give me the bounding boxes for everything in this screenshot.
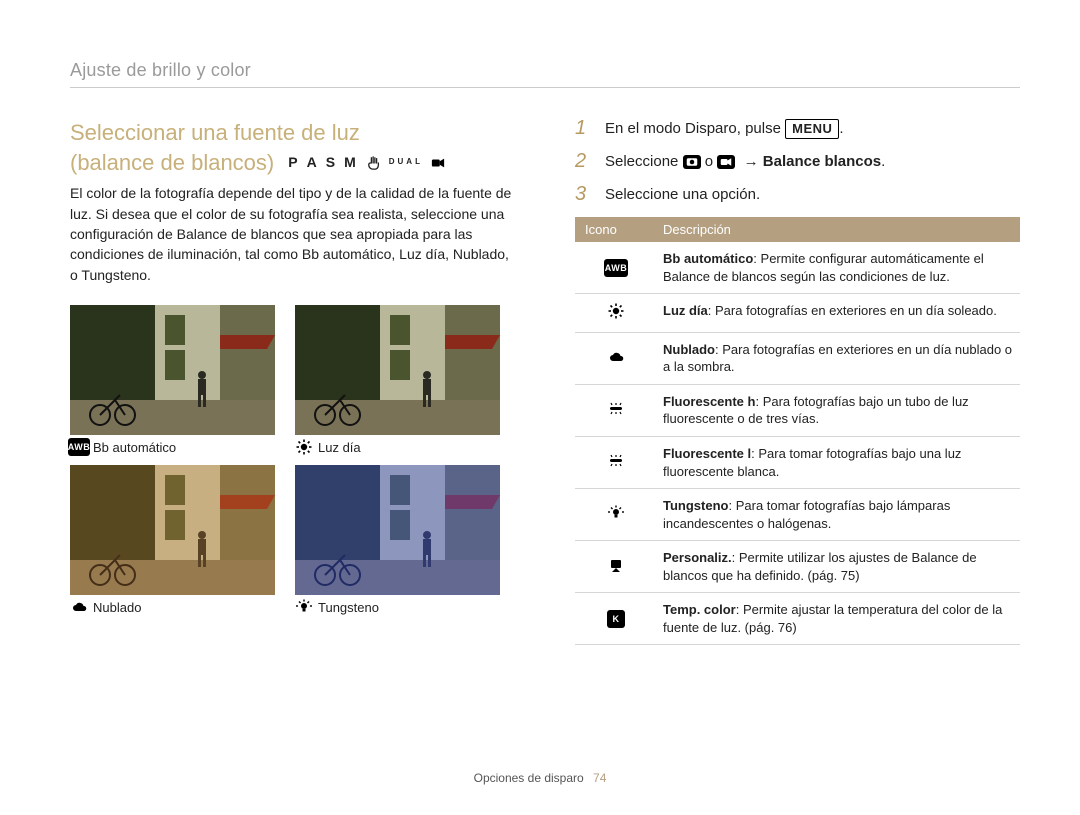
cloud-icon (70, 598, 88, 616)
fluor-l-icon (604, 452, 628, 470)
awb-badge-icon: AWB (604, 259, 628, 277)
row-icon-cell (575, 437, 653, 489)
row-icon-cell (575, 489, 653, 541)
sun-icon (604, 302, 628, 320)
steps-list: 1 En el modo Disparo, pulse MENU. 2 Sele… (575, 118, 1020, 205)
thumb-0: AWBBb automático (70, 305, 275, 455)
step-2: 2 Seleccione o → Balance blancos. (575, 151, 1020, 172)
th-icon: Icono (575, 217, 653, 242)
row-desc-cell: Tungsteno: Para tomar fotografías bajo l… (653, 489, 1020, 541)
thumb-label: Luz día (318, 440, 361, 455)
mode-a: A (307, 153, 320, 172)
section-header: Ajuste de brillo y color (70, 60, 1020, 81)
row-desc-cell: Temp. color: Permite ajustar la temperat… (653, 593, 1020, 645)
step-number: 2 (575, 151, 591, 171)
bulb-icon (604, 504, 628, 522)
thumb-caption: Luz día (295, 440, 500, 455)
thumb-1: Luz día (295, 305, 500, 455)
row-desc-cell: Luz día: Para fotografías en exteriores … (653, 294, 1020, 333)
step-tail: . (881, 153, 885, 170)
row-icon-cell (575, 332, 653, 384)
awb-badge-icon: AWB (68, 438, 91, 456)
cloud-icon (604, 348, 628, 366)
page-title: Seleccionar una fuente de luz (balance d… (70, 118, 515, 177)
row-icon-cell (575, 541, 653, 593)
thumb-3: Tungsteno (295, 465, 500, 615)
two-column-layout: Seleccionar una fuente de luz (balance d… (70, 118, 1020, 645)
step-text: Seleccione (605, 153, 683, 170)
table-row: Fluorescente h: Para fotografías bajo un… (575, 384, 1020, 436)
thumb-caption: AWBBb automático (70, 440, 275, 455)
row-desc-cell: Nublado: Para fotografías en exteriores … (653, 332, 1020, 384)
manual-page: Ajuste de brillo y color Seleccionar una… (0, 0, 1080, 815)
step-tail: . (839, 120, 843, 137)
thumb-image (295, 305, 500, 435)
right-column: 1 En el modo Disparo, pulse MENU. 2 Sele… (575, 118, 1020, 645)
row-desc-cell: Fluorescente l: Para tomar fotografías b… (653, 437, 1020, 489)
thumb-label: Tungsteno (318, 600, 379, 615)
page-number: 74 (593, 771, 606, 785)
step-1: 1 En el modo Disparo, pulse MENU. (575, 118, 1020, 139)
step-bold: Balance blancos (763, 153, 881, 170)
table-row: AWB Bb automático: Permite configurar aut… (575, 242, 1020, 294)
k-badge-icon: K (607, 610, 625, 628)
table-row: Tungsteno: Para tomar fotografías bajo l… (575, 489, 1020, 541)
step-number: 3 (575, 184, 591, 204)
page-footer: Opciones de disparo 74 (0, 771, 1080, 785)
mode-p: P (288, 153, 300, 172)
step-text: En el modo Disparo, pulse (605, 120, 785, 137)
mode-m: M (344, 153, 359, 172)
title-line-2: (balance de blancos) (70, 148, 274, 178)
row-desc-cell: Fluorescente h: Para fotografías bajo un… (653, 384, 1020, 436)
row-desc-cell: Bb automático: Permite configurar automá… (653, 242, 1020, 294)
custom-icon (604, 556, 628, 574)
thumb-label: Bb automático (93, 440, 176, 455)
video-mode-icon (429, 156, 447, 170)
thumb-label: Nublado (93, 600, 141, 615)
table-row: Nublado: Para fotografías en exteriores … (575, 332, 1020, 384)
left-column: Seleccionar una fuente de luz (balance d… (70, 118, 515, 645)
wb-icon-table-body: AWB Bb automático: Permite configurar aut… (575, 242, 1020, 645)
thumb-image (295, 465, 500, 595)
footer-text: Opciones de disparo (474, 771, 584, 785)
camera-icon (683, 155, 701, 169)
table-row: Luz día: Para fotografías en exteriores … (575, 294, 1020, 333)
step-text: Seleccione una opción. (605, 184, 760, 205)
intro-paragraph: El color de la fotografía depende del ti… (70, 183, 515, 284)
table-row: Fluorescente l: Para tomar fotografías b… (575, 437, 1020, 489)
table-row: K Temp. color: Permite ajustar la tempera… (575, 593, 1020, 645)
hand-icon (365, 156, 383, 170)
example-thumbnails: AWBBb automático Luz día Nublado Tungsteno (70, 305, 515, 615)
menu-button-label: MENU (785, 119, 839, 139)
video-icon (717, 155, 735, 169)
th-desc: Descripción (653, 217, 1020, 242)
thumb-caption: Tungsteno (295, 600, 500, 615)
step-mid: o (705, 153, 718, 170)
mode-icons: P A S M DUAL (288, 153, 447, 172)
thumb-2: Nublado (70, 465, 275, 615)
thumb-image (70, 465, 275, 595)
row-icon-cell (575, 294, 653, 333)
row-icon-cell: AWB (575, 242, 653, 294)
thumb-image (70, 305, 275, 435)
fluor-h-icon (604, 400, 628, 418)
row-desc-cell: Personaliz.: Permite utilizar los ajuste… (653, 541, 1020, 593)
row-icon-cell (575, 384, 653, 436)
sun-icon (295, 438, 313, 456)
dual-label: DUAL (389, 157, 423, 168)
mode-s: S (326, 153, 338, 172)
step-3: 3 Seleccione una opción. (575, 184, 1020, 205)
title-line-1: Seleccionar una fuente de luz (70, 118, 515, 148)
bulb-icon (295, 598, 313, 616)
table-row: Personaliz.: Permite utilizar los ajuste… (575, 541, 1020, 593)
thumb-caption: Nublado (70, 600, 275, 615)
wb-icon-table: Icono Descripción AWB Bb automático: Perm… (575, 217, 1020, 645)
row-icon-cell: K (575, 593, 653, 645)
divider (70, 87, 1020, 88)
step-number: 1 (575, 118, 591, 138)
